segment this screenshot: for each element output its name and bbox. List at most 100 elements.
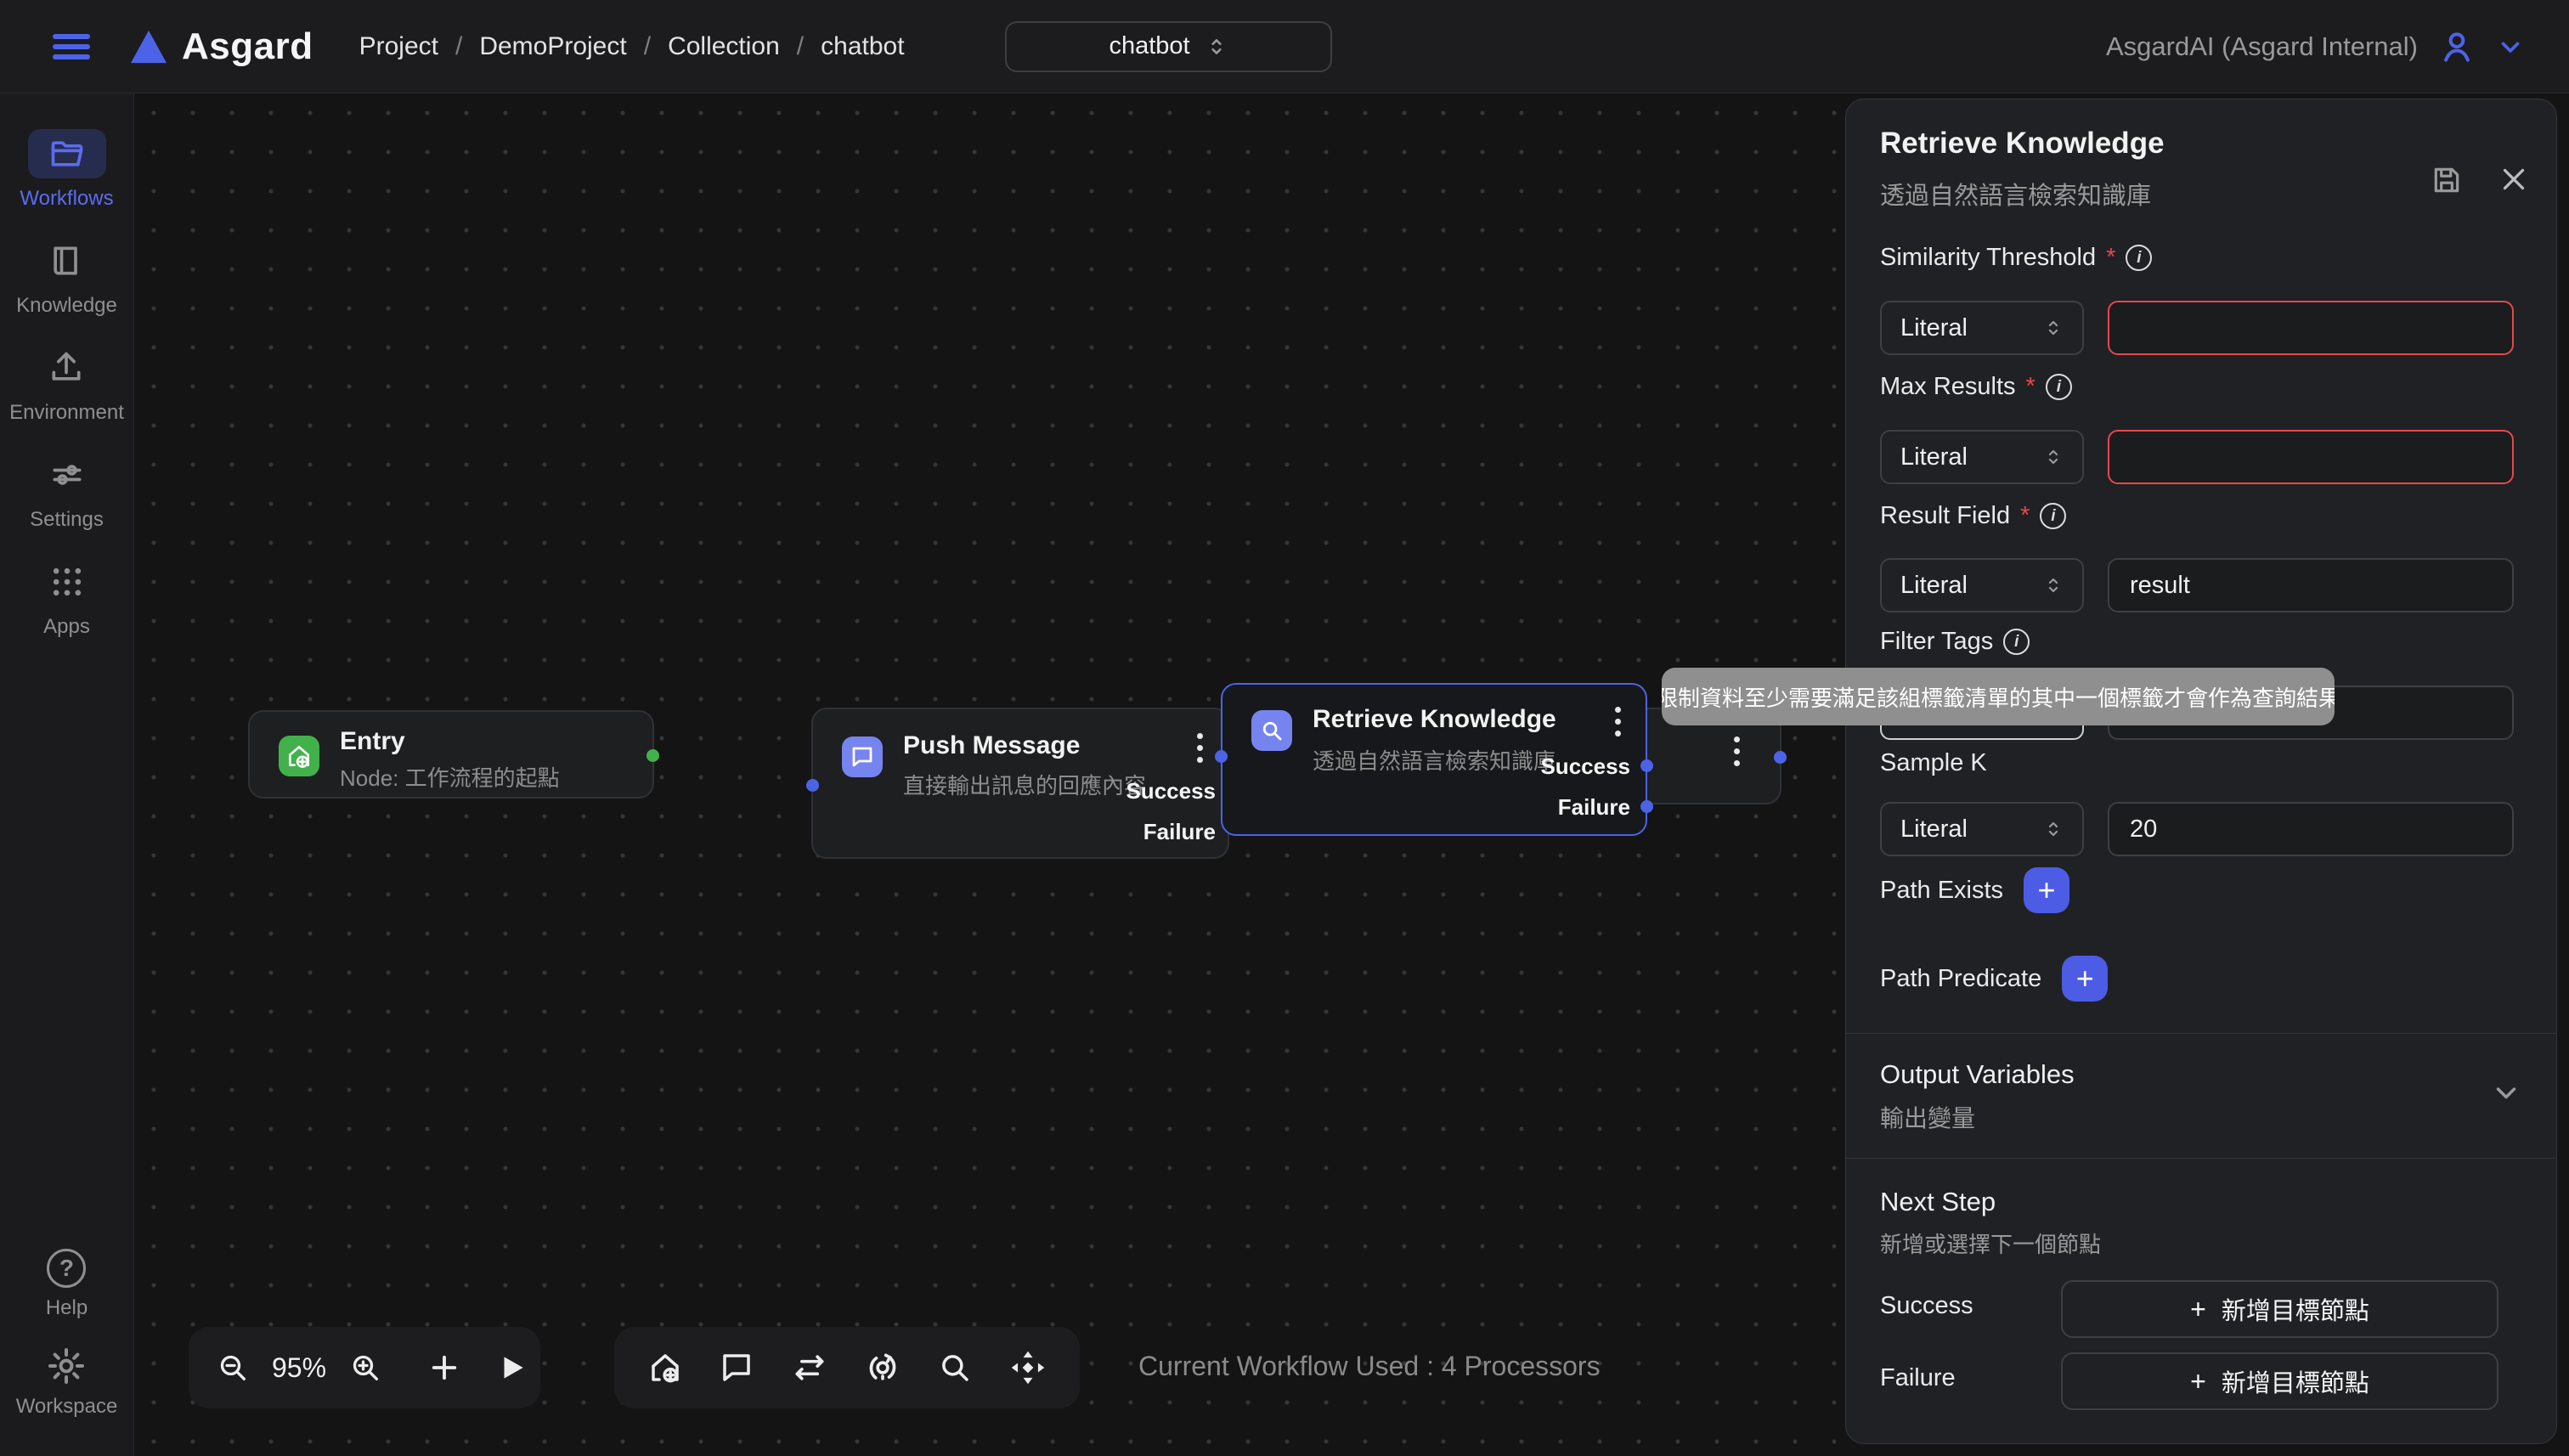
kebab-menu-icon[interactable] bbox=[1615, 707, 1622, 742]
zoom-out-icon[interactable] bbox=[216, 1351, 250, 1385]
add-failure-target-button[interactable]: + 新增目標節點 bbox=[2061, 1352, 2498, 1410]
field-label-max-results: Max Results* i bbox=[1880, 373, 2072, 401]
account-area[interactable]: AsgardAI (Asgard Internal) bbox=[2106, 28, 2525, 65]
field-row: Literal bbox=[1880, 301, 2514, 355]
plus-icon: + bbox=[2190, 1294, 2206, 1325]
mode-select[interactable]: Literal bbox=[1880, 558, 2084, 612]
port-label-failure: Failure bbox=[1558, 794, 1630, 821]
field-label-sample-k: Sample K bbox=[1880, 749, 1987, 777]
path-exists-row: Path Exists + bbox=[1880, 867, 2069, 913]
output-port[interactable] bbox=[646, 749, 659, 762]
question-icon: ? bbox=[47, 1249, 86, 1288]
workflow-status-text: Current Workflow Used : 4 Processors bbox=[1138, 1351, 1601, 1382]
mode-select[interactable]: Literal bbox=[1880, 430, 2084, 484]
sidebar-label: Knowledge bbox=[16, 294, 117, 318]
sidebar-label: Workflows bbox=[20, 187, 113, 211]
output-variables-title: Output Variables bbox=[1880, 1059, 2075, 1090]
hamburger-menu-icon[interactable] bbox=[53, 29, 90, 65]
run-workflow-icon[interactable] bbox=[496, 1352, 528, 1384]
node-retrieve-knowledge[interactable]: Retrieve Knowledge 透過自然語言檢索知識庫 Success F… bbox=[1221, 683, 1647, 836]
kebab-menu-icon[interactable] bbox=[1734, 736, 1741, 772]
similarity-threshold-input[interactable] bbox=[2108, 301, 2514, 355]
field-row: Literal bbox=[1880, 430, 2514, 484]
add-ai-node-icon[interactable] bbox=[864, 1349, 901, 1386]
node-entry[interactable]: Entry Node: 工作流程的起點 bbox=[248, 710, 654, 799]
field-label-result-field: Result Field* i bbox=[1880, 502, 2066, 530]
info-icon[interactable]: i bbox=[2046, 374, 2072, 400]
breadcrumb-demoproject[interactable]: DemoProject bbox=[479, 32, 626, 61]
mode-select[interactable]: Literal bbox=[1880, 802, 2084, 856]
divider bbox=[1846, 1033, 2556, 1034]
sidebar-item-workspace[interactable]: Workspace bbox=[16, 1346, 118, 1419]
info-icon[interactable]: i bbox=[2003, 629, 2030, 655]
mode-select[interactable]: Literal bbox=[1880, 301, 2084, 355]
plus-icon: + bbox=[2190, 1366, 2206, 1397]
breadcrumb-chatbot[interactable]: chatbot bbox=[821, 32, 904, 61]
left-sidebar: Workflows Knowledge Environment Settings… bbox=[0, 93, 134, 1456]
brand-name: Asgard bbox=[182, 25, 313, 68]
input-port[interactable] bbox=[1215, 750, 1228, 763]
breadcrumb-project[interactable]: Project bbox=[359, 32, 438, 61]
workflow-select-value: chatbot bbox=[1109, 32, 1189, 60]
chevrons-up-down-icon bbox=[1205, 36, 1228, 58]
brand[interactable]: Asgard bbox=[129, 25, 313, 68]
sidebar-item-apps[interactable]: Apps bbox=[28, 557, 106, 639]
output-port[interactable] bbox=[1774, 751, 1787, 764]
sample-k-input[interactable] bbox=[2108, 802, 2514, 856]
chevrons-up-down-icon bbox=[2043, 575, 2064, 595]
output-port-success[interactable] bbox=[1640, 759, 1653, 772]
chevron-down-icon[interactable] bbox=[2496, 32, 2525, 61]
node-subtitle: Node: 工作流程的起點 bbox=[340, 761, 560, 793]
add-icon[interactable] bbox=[426, 1350, 462, 1385]
workflow-select[interactable]: chatbot bbox=[1005, 21, 1332, 72]
input-port[interactable] bbox=[806, 779, 819, 792]
next-step-subtitle: 新增或選擇下一個節點 bbox=[1880, 1227, 2101, 1259]
user-icon[interactable] bbox=[2438, 28, 2476, 65]
output-port-failure[interactable] bbox=[1640, 800, 1653, 813]
add-path-predicate-button[interactable]: + bbox=[2062, 956, 2108, 1002]
zoom-toolbar: 95% bbox=[189, 1327, 540, 1408]
sidebar-item-settings[interactable]: Settings bbox=[28, 450, 106, 532]
add-search-node-icon[interactable] bbox=[937, 1350, 973, 1385]
breadcrumb-collection[interactable]: Collection bbox=[668, 32, 780, 61]
sidebar-item-environment[interactable]: Environment bbox=[9, 343, 124, 425]
folder-icon bbox=[28, 129, 106, 178]
divider bbox=[1846, 1158, 2556, 1159]
pan-move-icon[interactable] bbox=[1009, 1349, 1047, 1386]
failure-row-label: Failure bbox=[1880, 1364, 1956, 1392]
message-icon bbox=[842, 736, 883, 777]
node-title: Retrieve Knowledge bbox=[1313, 705, 1556, 734]
sidebar-item-workflows[interactable]: Workflows bbox=[20, 129, 113, 211]
result-field-input[interactable] bbox=[2108, 558, 2514, 612]
sliders-icon bbox=[28, 450, 106, 499]
sidebar-item-knowledge[interactable]: Knowledge bbox=[16, 236, 117, 318]
port-label-success: Success bbox=[1126, 778, 1216, 804]
chevrons-up-down-icon bbox=[2043, 318, 2064, 338]
sidebar-label: Environment bbox=[9, 401, 124, 425]
node-title: Entry bbox=[340, 727, 405, 756]
add-entry-node-icon[interactable] bbox=[647, 1350, 683, 1385]
sidebar-item-help[interactable]: ? Help bbox=[46, 1249, 88, 1320]
zoom-in-icon[interactable] bbox=[348, 1351, 382, 1385]
add-message-node-icon[interactable] bbox=[719, 1350, 754, 1385]
kebab-menu-icon[interactable] bbox=[1197, 733, 1204, 769]
add-success-target-button[interactable]: + 新增目標節點 bbox=[2061, 1280, 2498, 1338]
close-icon[interactable] bbox=[2498, 164, 2529, 195]
breadcrumb-separator: / bbox=[797, 32, 804, 61]
info-icon[interactable]: i bbox=[2126, 245, 2152, 271]
save-icon[interactable] bbox=[2431, 164, 2463, 196]
add-switch-node-icon[interactable] bbox=[791, 1349, 828, 1386]
path-predicate-row: Path Predicate + bbox=[1880, 956, 2108, 1002]
add-path-exists-button[interactable]: + bbox=[2024, 867, 2069, 913]
home-plus-icon bbox=[279, 736, 319, 776]
sidebar-label: Workspace bbox=[16, 1395, 118, 1419]
max-results-input[interactable] bbox=[2108, 430, 2514, 484]
next-step-title: Next Step bbox=[1880, 1187, 1996, 1217]
chevron-down-icon[interactable] bbox=[2490, 1076, 2522, 1109]
sidebar-label: Apps bbox=[43, 615, 90, 639]
chevrons-up-down-icon bbox=[2043, 447, 2064, 467]
node-config-panel: Retrieve Knowledge 透過自然語言檢索知識庫 Similarit… bbox=[1845, 99, 2557, 1444]
path-predicate-label: Path Predicate bbox=[1880, 965, 2041, 993]
node-push-message[interactable]: Push Message 直接輸出訊息的回應內容 Success Failure bbox=[811, 708, 1229, 859]
info-icon[interactable]: i bbox=[2040, 503, 2066, 529]
